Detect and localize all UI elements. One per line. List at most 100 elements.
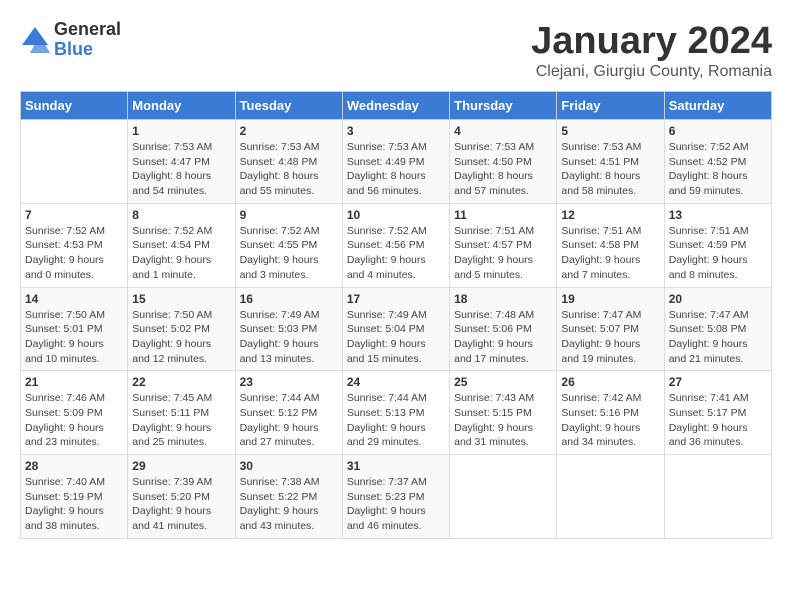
day-info: Sunrise: 7:49 AMSunset: 5:04 PMDaylight:…: [347, 308, 445, 367]
day-number: 16: [240, 292, 338, 306]
table-row: 17 Sunrise: 7:49 AMSunset: 5:04 PMDayligh…: [342, 287, 449, 371]
day-info: Sunrise: 7:53 AMSunset: 4:48 PMDaylight:…: [240, 140, 338, 199]
day-number: 4: [454, 124, 552, 138]
day-number: 10: [347, 208, 445, 222]
header-saturday: Saturday: [664, 92, 771, 120]
day-info: Sunrise: 7:53 AMSunset: 4:49 PMDaylight:…: [347, 140, 445, 199]
day-info: Sunrise: 7:50 AMSunset: 5:02 PMDaylight:…: [132, 308, 230, 367]
table-row: 20 Sunrise: 7:47 AMSunset: 5:08 PMDayligh…: [664, 287, 771, 371]
day-info: Sunrise: 7:37 AMSunset: 5:23 PMDaylight:…: [347, 475, 445, 534]
day-info: Sunrise: 7:52 AMSunset: 4:55 PMDaylight:…: [240, 224, 338, 283]
table-row: 7 Sunrise: 7:52 AMSunset: 4:53 PMDaylight…: [21, 203, 128, 287]
logo-icon: [20, 25, 50, 55]
day-number: 18: [454, 292, 552, 306]
day-info: Sunrise: 7:48 AMSunset: 5:06 PMDaylight:…: [454, 308, 552, 367]
table-row: 10 Sunrise: 7:52 AMSunset: 4:56 PMDayligh…: [342, 203, 449, 287]
day-info: Sunrise: 7:52 AMSunset: 4:56 PMDaylight:…: [347, 224, 445, 283]
day-info: Sunrise: 7:41 AMSunset: 5:17 PMDaylight:…: [669, 391, 767, 450]
logo-general: General: [54, 20, 121, 40]
header: General Blue January 2024 Clejani, Giurg…: [20, 20, 772, 81]
logo-text: General Blue: [54, 20, 121, 60]
day-number: 1: [132, 124, 230, 138]
day-info: Sunrise: 7:53 AMSunset: 4:47 PMDaylight:…: [132, 140, 230, 199]
day-info: Sunrise: 7:46 AMSunset: 5:09 PMDaylight:…: [25, 391, 123, 450]
table-row: 18 Sunrise: 7:48 AMSunset: 5:06 PMDayligh…: [450, 287, 557, 371]
table-row: 31 Sunrise: 7:37 AMSunset: 5:23 PMDayligh…: [342, 455, 449, 539]
day-number: 30: [240, 459, 338, 473]
header-wednesday: Wednesday: [342, 92, 449, 120]
day-number: 24: [347, 375, 445, 389]
table-row: 28Sunrise: 7:40 AMSunset: 5:19 PMDayligh…: [21, 455, 128, 539]
day-number: 13: [669, 208, 767, 222]
day-number: 8: [132, 208, 230, 222]
day-info: Sunrise: 7:52 AMSunset: 4:54 PMDaylight:…: [132, 224, 230, 283]
day-number: 7: [25, 208, 123, 222]
month-title: January 2024: [531, 20, 772, 63]
table-row: 30 Sunrise: 7:38 AMSunset: 5:22 PMDayligh…: [235, 455, 342, 539]
table-row: 22 Sunrise: 7:45 AMSunset: 5:11 PMDayligh…: [128, 371, 235, 455]
day-number: 25: [454, 375, 552, 389]
day-info: Sunrise: 7:44 AMSunset: 5:13 PMDaylight:…: [347, 391, 445, 450]
table-row: 5 Sunrise: 7:53 AMSunset: 4:51 PMDaylight…: [557, 120, 664, 204]
table-row: 12Sunrise: 7:51 AMSunset: 4:58 PMDayligh…: [557, 203, 664, 287]
table-row: 23Sunrise: 7:44 AMSunset: 5:12 PMDayligh…: [235, 371, 342, 455]
day-number: 26: [561, 375, 659, 389]
day-info: Sunrise: 7:53 AMSunset: 4:51 PMDaylight:…: [561, 140, 659, 199]
day-info: Sunrise: 7:43 AMSunset: 5:15 PMDaylight:…: [454, 391, 552, 450]
day-number: 9: [240, 208, 338, 222]
day-info: Sunrise: 7:47 AMSunset: 5:07 PMDaylight:…: [561, 308, 659, 367]
table-row: 6Sunrise: 7:52 AMSunset: 4:52 PMDaylight…: [664, 120, 771, 204]
calendar-table: SundayMondayTuesdayWednesdayThursdayFrid…: [20, 91, 772, 539]
day-number: 3: [347, 124, 445, 138]
header-tuesday: Tuesday: [235, 92, 342, 120]
header-friday: Friday: [557, 92, 664, 120]
subtitle: Clejani, Giurgiu County, Romania: [531, 63, 772, 81]
table-row: [450, 455, 557, 539]
table-row: 9 Sunrise: 7:52 AMSunset: 4:55 PMDaylight…: [235, 203, 342, 287]
table-row: 25 Sunrise: 7:43 AMSunset: 5:15 PMDayligh…: [450, 371, 557, 455]
day-info: Sunrise: 7:50 AMSunset: 5:01 PMDaylight:…: [25, 308, 123, 367]
day-number: 27: [669, 375, 767, 389]
day-info: Sunrise: 7:47 AMSunset: 5:08 PMDaylight:…: [669, 308, 767, 367]
day-number: 11: [454, 208, 552, 222]
title-area: January 2024 Clejani, Giurgiu County, Ro…: [531, 20, 772, 81]
table-row: 19 Sunrise: 7:47 AMSunset: 5:07 PMDayligh…: [557, 287, 664, 371]
day-info: Sunrise: 7:52 AMSunset: 4:53 PMDaylight:…: [25, 224, 123, 283]
day-number: 2: [240, 124, 338, 138]
table-row: 14 Sunrise: 7:50 AMSunset: 5:01 PMDayligh…: [21, 287, 128, 371]
day-number: 29: [132, 459, 230, 473]
table-row: 21 Sunrise: 7:46 AMSunset: 5:09 PMDayligh…: [21, 371, 128, 455]
day-info: Sunrise: 7:45 AMSunset: 5:11 PMDaylight:…: [132, 391, 230, 450]
day-info: Sunrise: 7:38 AMSunset: 5:22 PMDaylight:…: [240, 475, 338, 534]
day-number: 19: [561, 292, 659, 306]
day-info: Sunrise: 7:39 AMSunset: 5:20 PMDaylight:…: [132, 475, 230, 534]
logo-blue: Blue: [54, 40, 121, 60]
day-number: 22: [132, 375, 230, 389]
table-row: 2 Sunrise: 7:53 AMSunset: 4:48 PMDaylight…: [235, 120, 342, 204]
day-number: 5: [561, 124, 659, 138]
day-number: 31: [347, 459, 445, 473]
table-row: 24 Sunrise: 7:44 AMSunset: 5:13 PMDayligh…: [342, 371, 449, 455]
table-row: 26 Sunrise: 7:42 AMSunset: 5:16 PMDayligh…: [557, 371, 664, 455]
table-row: [21, 120, 128, 204]
day-info: Sunrise: 7:51 AMSunset: 4:57 PMDaylight:…: [454, 224, 552, 283]
table-row: 16Sunrise: 7:49 AMSunset: 5:03 PMDayligh…: [235, 287, 342, 371]
day-info: Sunrise: 7:52 AMSunset: 4:52 PMDaylight:…: [669, 140, 767, 199]
day-info: Sunrise: 7:44 AMSunset: 5:12 PMDaylight:…: [240, 391, 338, 450]
day-number: 17: [347, 292, 445, 306]
day-number: 21: [25, 375, 123, 389]
day-number: 14: [25, 292, 123, 306]
header-sunday: Sunday: [21, 92, 128, 120]
header-thursday: Thursday: [450, 92, 557, 120]
table-row: 13Sunrise: 7:51 AMSunset: 4:59 PMDayligh…: [664, 203, 771, 287]
table-row: [664, 455, 771, 539]
logo: General Blue: [20, 20, 121, 60]
table-row: [557, 455, 664, 539]
day-info: Sunrise: 7:42 AMSunset: 5:16 PMDaylight:…: [561, 391, 659, 450]
table-row: 3 Sunrise: 7:53 AMSunset: 4:49 PMDaylight…: [342, 120, 449, 204]
table-row: 29 Sunrise: 7:39 AMSunset: 5:20 PMDayligh…: [128, 455, 235, 539]
day-number: 20: [669, 292, 767, 306]
day-info: Sunrise: 7:53 AMSunset: 4:50 PMDaylight:…: [454, 140, 552, 199]
table-row: 8 Sunrise: 7:52 AMSunset: 4:54 PMDaylight…: [128, 203, 235, 287]
day-number: 15: [132, 292, 230, 306]
